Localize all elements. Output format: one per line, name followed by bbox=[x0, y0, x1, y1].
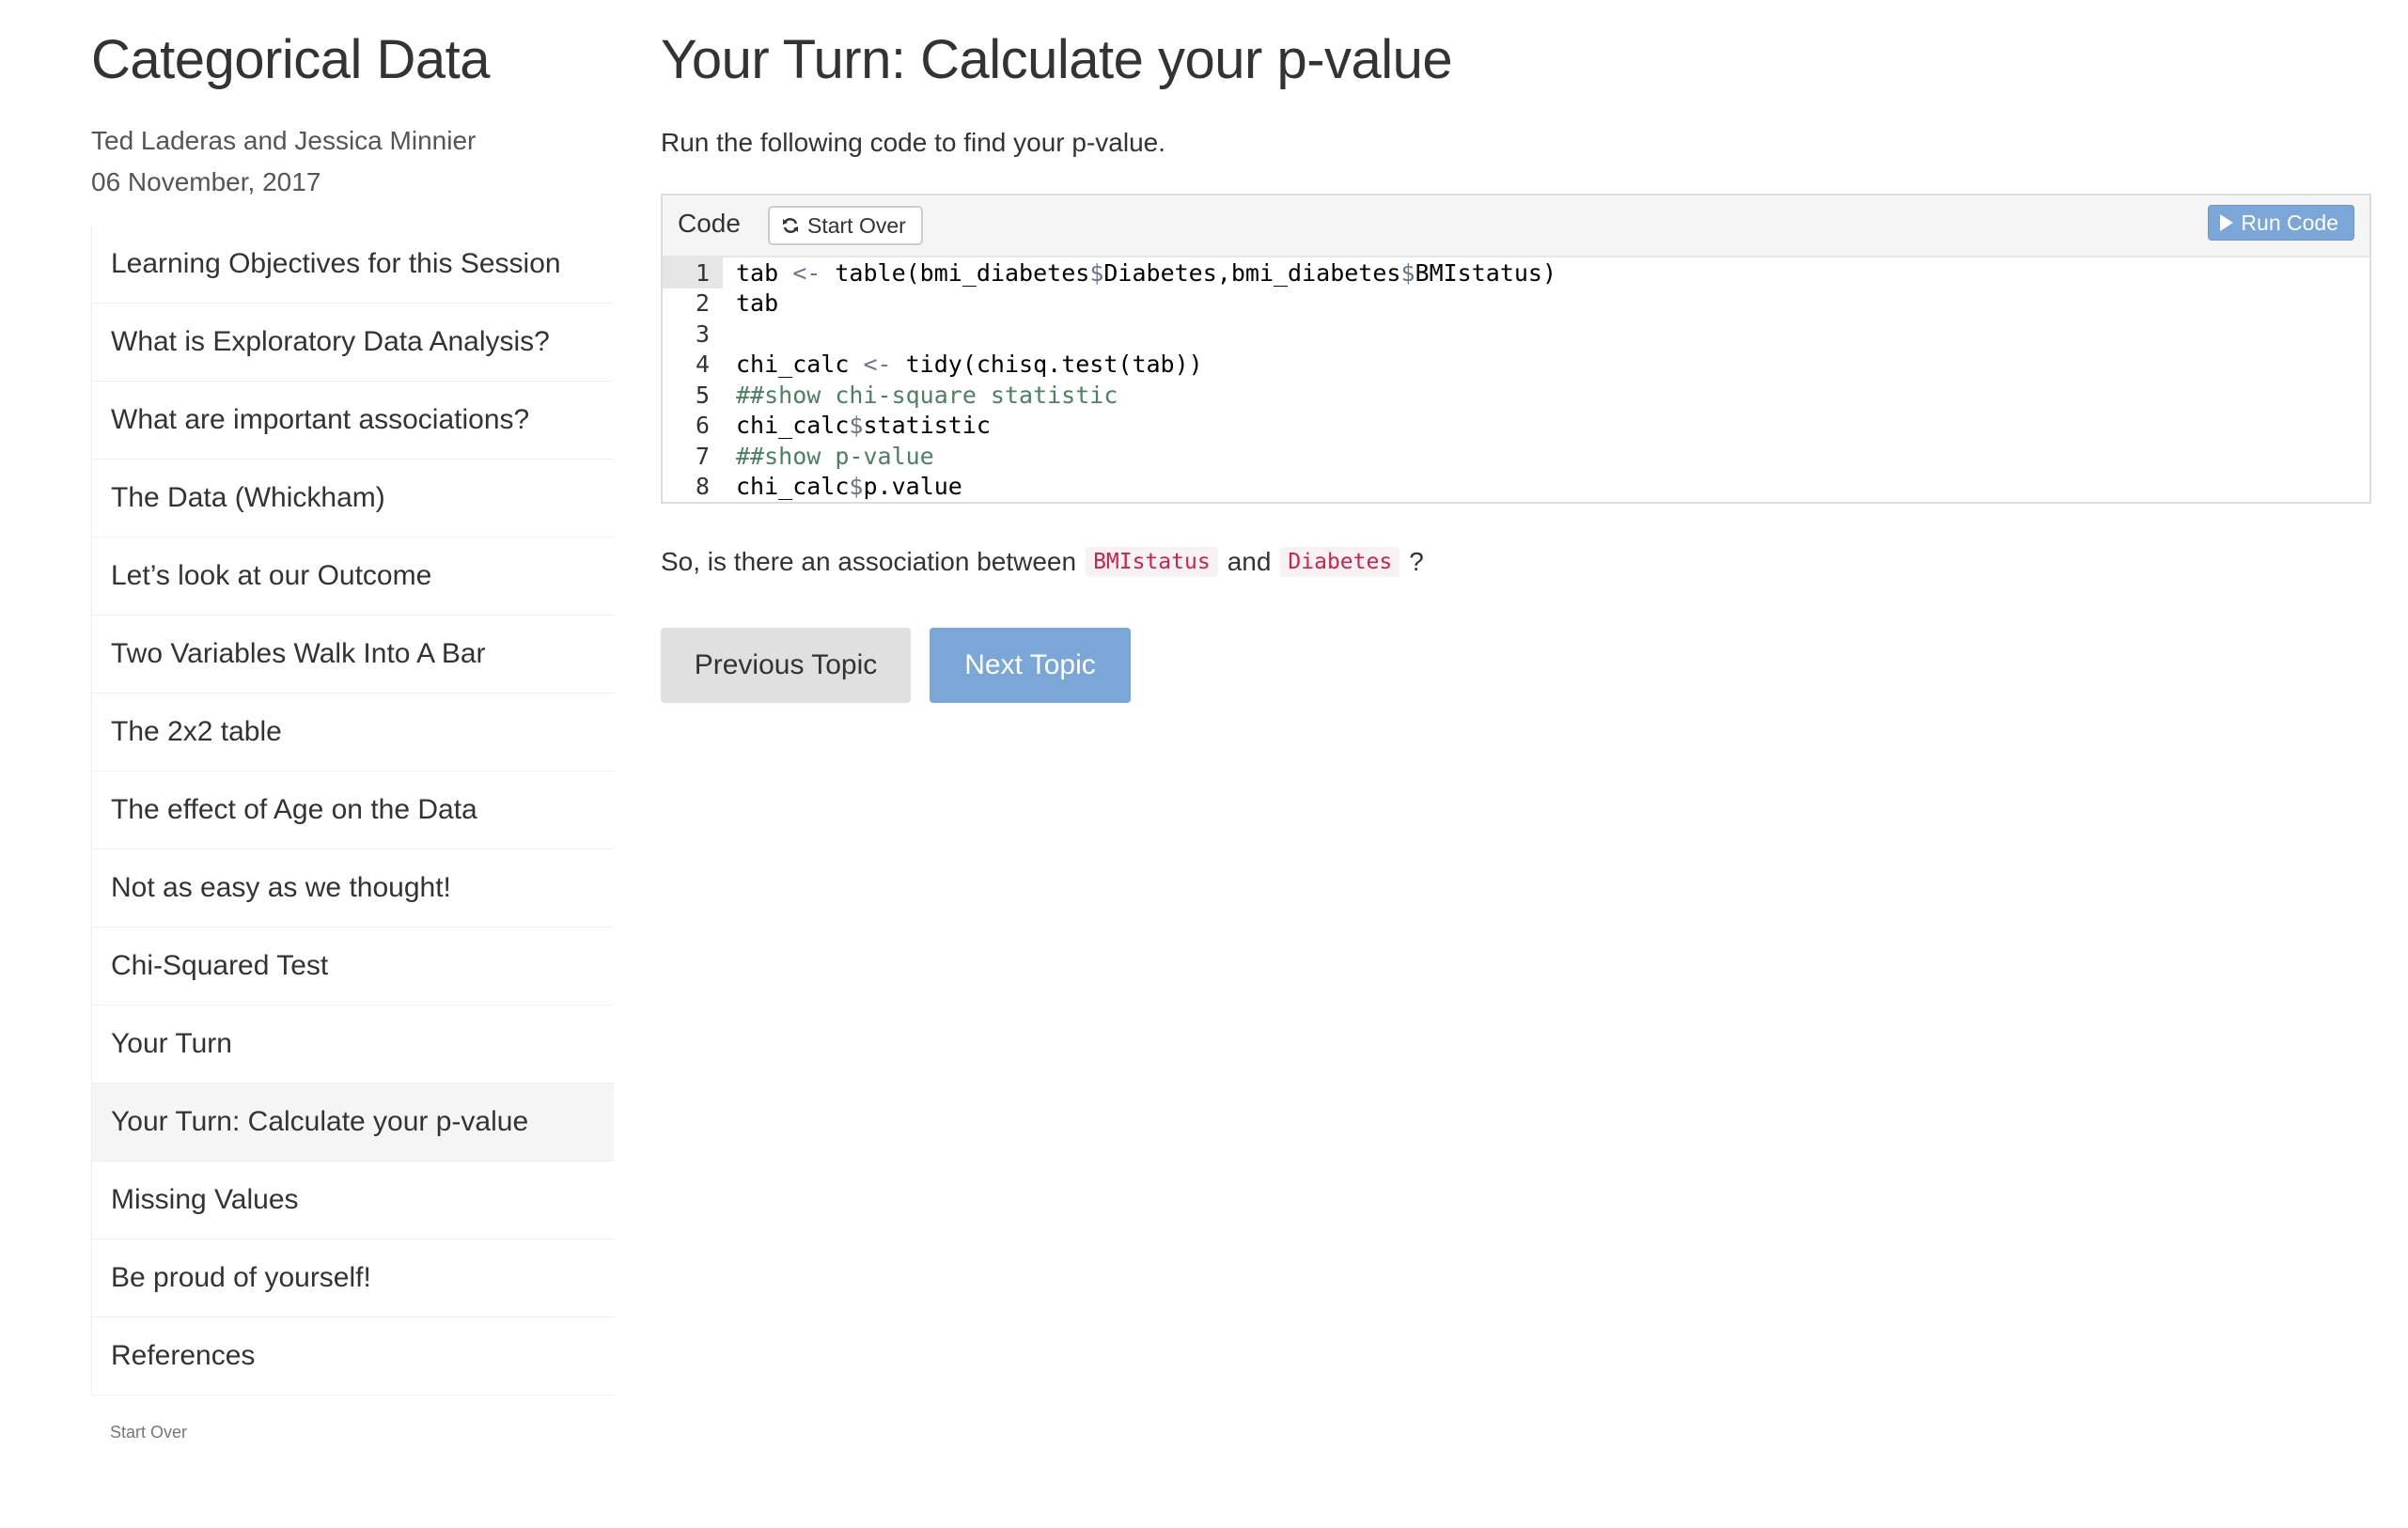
question-prefix: So, is there an association between bbox=[661, 547, 1077, 576]
topic-item[interactable]: References bbox=[92, 1318, 614, 1395]
code-comment: ##show chi-square statistic bbox=[736, 381, 1118, 409]
start-over-button-label: Start Over bbox=[807, 212, 906, 238]
topic-item[interactable]: Two Variables Walk Into A Bar bbox=[92, 616, 614, 694]
document-date: 06 November, 2017 bbox=[91, 167, 321, 196]
topic-item[interactable]: Chi-Squared Test bbox=[92, 928, 614, 1006]
topic-item[interactable]: Let’s look at our Outcome bbox=[92, 538, 614, 616]
sidebar-start-over-link[interactable]: Start Over bbox=[110, 1423, 187, 1442]
document-authors: Ted Laderas and Jessica Minnier bbox=[91, 126, 477, 155]
code-text: tab bbox=[736, 289, 779, 318]
previous-topic-button[interactable]: Previous Topic bbox=[661, 628, 911, 703]
exercise-label: Code bbox=[678, 209, 741, 238]
intro-text: Run the following code to find your p-va… bbox=[661, 128, 1165, 157]
run-code-button-label: Run Code bbox=[2241, 210, 2338, 235]
inline-code-var1: BMIstatus bbox=[1086, 547, 1218, 577]
code-exercise: Code Start Over Run Code 1 tab <- table(… bbox=[661, 194, 2371, 504]
code-line: 7 ##show p-value bbox=[663, 441, 2369, 472]
topic-item[interactable]: The 2x2 table bbox=[92, 694, 614, 772]
topic-item[interactable]: What is Exploratory Data Analysis? bbox=[92, 304, 614, 382]
topic-item[interactable]: Not as easy as we thought! bbox=[92, 850, 614, 928]
start-over-button[interactable]: Start Over bbox=[768, 206, 923, 245]
topic-item[interactable]: Your Turn bbox=[92, 1006, 614, 1084]
code-text: chi_calc$statistic bbox=[736, 412, 991, 440]
exercise-header: Code Start Over Run Code bbox=[663, 195, 2369, 257]
question-text: So, is there an association between BMIs… bbox=[661, 547, 1424, 577]
line-number: 2 bbox=[695, 289, 710, 318]
next-topic-button[interactable]: Next Topic bbox=[930, 628, 1131, 703]
code-line: 2 tab bbox=[663, 288, 2369, 320]
document-title: Categorical Data bbox=[91, 29, 491, 90]
inline-code-var2: Diabetes bbox=[1280, 547, 1400, 577]
code-line: 5 ##show chi-square statistic bbox=[663, 380, 2369, 411]
code-line: 6 chi_calc$statistic bbox=[663, 411, 2369, 442]
play-icon bbox=[2220, 214, 2234, 231]
question-middle: and bbox=[1227, 547, 1272, 576]
topic-item[interactable]: The effect of Age on the Data bbox=[92, 772, 614, 850]
line-number: 8 bbox=[695, 473, 710, 501]
code-editor[interactable]: 1 tab <- table(bmi_diabetes$Diabetes,bmi… bbox=[663, 257, 2369, 502]
line-number: 7 bbox=[695, 442, 710, 470]
code-line: 8 chi_calc$p.value bbox=[663, 472, 2369, 503]
line-number: 5 bbox=[695, 381, 710, 409]
code-text: chi_calc <- tidy(chisq.test(tab)) bbox=[736, 351, 1203, 379]
code-line: 3 bbox=[663, 319, 2369, 350]
topic-item[interactable]: Be proud of yourself! bbox=[92, 1240, 614, 1318]
topic-item[interactable]: The Data (Whickham) bbox=[92, 460, 614, 538]
line-number: 4 bbox=[695, 351, 710, 379]
topic-item[interactable]: What are important associations? bbox=[92, 382, 614, 460]
code-line: 1 tab <- table(bmi_diabetes$Diabetes,bmi… bbox=[663, 257, 2369, 288]
topic-item-active[interactable]: Your Turn: Calculate your p-value bbox=[92, 1084, 614, 1162]
line-number: 3 bbox=[695, 320, 710, 348]
section-title: Your Turn: Calculate your p-value bbox=[661, 29, 1453, 90]
topic-list: Learning Objectives for this Session Wha… bbox=[91, 226, 614, 1395]
question-suffix: ? bbox=[1409, 547, 1424, 576]
line-number: 1 bbox=[663, 257, 723, 288]
code-line: 4 chi_calc <- tidy(chisq.test(tab)) bbox=[663, 350, 2369, 381]
line-number: 6 bbox=[695, 412, 710, 440]
run-code-button[interactable]: Run Code bbox=[2208, 205, 2354, 241]
code-text: tab <- table(bmi_diabetes$Diabetes,bmi_d… bbox=[736, 258, 1557, 287]
topic-item[interactable]: Missing Values bbox=[92, 1162, 614, 1240]
topic-item[interactable]: Learning Objectives for this Session bbox=[92, 226, 614, 304]
code-text: chi_calc$p.value bbox=[736, 473, 962, 501]
refresh-icon bbox=[783, 218, 798, 233]
code-comment: ##show p-value bbox=[736, 442, 934, 470]
